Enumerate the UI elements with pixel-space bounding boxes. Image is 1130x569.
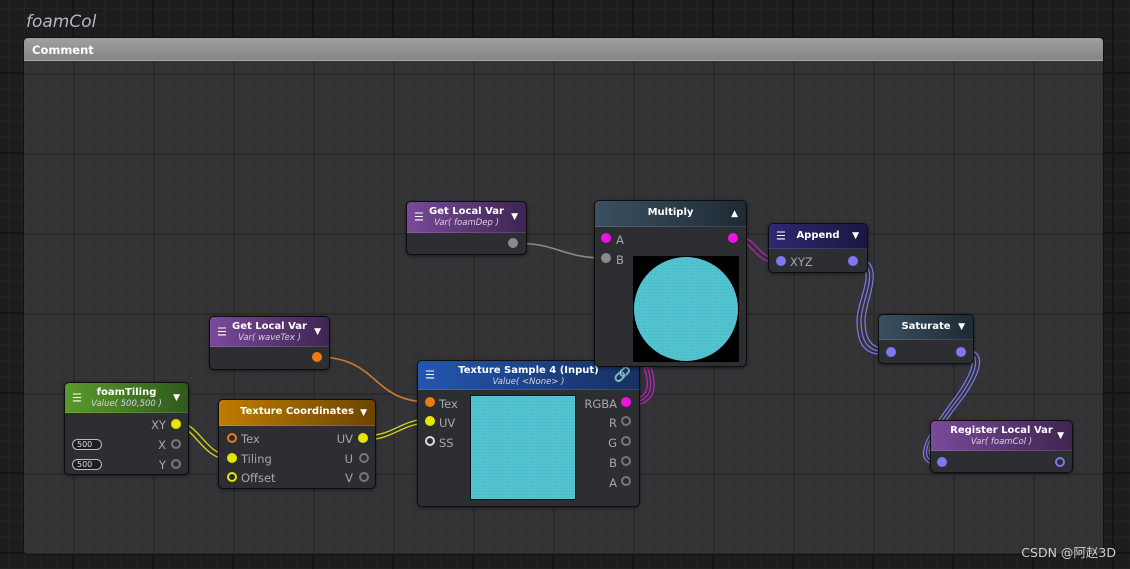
port-label: Tex bbox=[439, 397, 458, 411]
port-label: UV bbox=[439, 416, 456, 430]
node-subtitle: Value( 500,500 ) bbox=[91, 399, 162, 409]
node-texture-sample[interactable]: ☰ Texture Sample 4 (Input) Value( <None>… bbox=[417, 360, 640, 507]
port-label: R bbox=[609, 416, 617, 430]
dropdown-arrow-icon[interactable]: ▼ bbox=[1057, 431, 1064, 441]
node-header[interactable]: Register Local Var Var( foamCol ) ▼ bbox=[931, 421, 1072, 451]
port-r-out[interactable] bbox=[621, 416, 631, 426]
port-tiling-in[interactable] bbox=[227, 453, 237, 463]
dropdown-arrow-icon[interactable]: ▼ bbox=[314, 327, 321, 337]
port-label: B bbox=[609, 456, 617, 470]
menu-icon[interactable]: ☰ bbox=[217, 325, 227, 338]
port-uv-in[interactable] bbox=[425, 416, 435, 426]
collapse-arrow-icon[interactable]: ▲ bbox=[731, 209, 738, 219]
port-tex-in[interactable] bbox=[227, 433, 237, 443]
port-g-out[interactable] bbox=[621, 436, 631, 446]
port-x-out[interactable] bbox=[171, 439, 181, 449]
port-wavetex-out[interactable] bbox=[312, 352, 322, 362]
port-uv-out[interactable] bbox=[358, 433, 368, 443]
port-saturate-out[interactable] bbox=[956, 347, 966, 357]
menu-icon[interactable]: ☰ bbox=[72, 391, 82, 404]
port-label: X bbox=[158, 438, 166, 452]
port-b-out[interactable] bbox=[621, 456, 631, 466]
port-xyz-in[interactable] bbox=[776, 256, 786, 266]
node-title: Register Local Var bbox=[950, 425, 1053, 436]
port-xy-out[interactable] bbox=[171, 419, 181, 429]
port-register-in[interactable] bbox=[937, 457, 947, 467]
port-multiply-out[interactable] bbox=[728, 233, 738, 243]
port-rgba-out[interactable] bbox=[621, 397, 631, 407]
y-value-field[interactable]: 500 bbox=[72, 459, 102, 470]
node-header[interactable]: Multiply ▲ bbox=[595, 201, 746, 227]
port-u-out[interactable] bbox=[359, 453, 369, 463]
port-label: Y bbox=[158, 458, 166, 472]
port-label: Offset bbox=[241, 471, 276, 485]
node-header[interactable]: ☰ foamTiling Value( 500,500 ) ▼ bbox=[65, 383, 188, 413]
port-a-in[interactable] bbox=[601, 233, 611, 243]
port-tex-in[interactable] bbox=[425, 397, 435, 407]
port-foamdep-out[interactable] bbox=[508, 238, 518, 248]
node-header[interactable]: Texture Coordinates ▼ bbox=[219, 400, 375, 426]
port-ss-in[interactable] bbox=[425, 436, 435, 446]
node-subtitle: Var( foamCol ) bbox=[970, 437, 1033, 447]
node-header[interactable]: ☰ Get Local Var Var( foamDep ) ▼ bbox=[407, 202, 526, 233]
port-append-out[interactable] bbox=[848, 256, 858, 266]
dropdown-arrow-icon[interactable]: ▼ bbox=[173, 393, 180, 403]
port-b-in[interactable] bbox=[601, 253, 611, 263]
node-get-local-var-wavetex[interactable]: ☰ Get Local Var Var( waveTex ) ▼ bbox=[209, 316, 330, 370]
port-register-out[interactable] bbox=[1055, 457, 1065, 467]
dropdown-arrow-icon[interactable]: ▼ bbox=[958, 322, 965, 332]
node-subtitle: Value( <None> ) bbox=[492, 377, 565, 387]
menu-icon[interactable]: ☰ bbox=[425, 369, 435, 382]
port-saturate-in[interactable] bbox=[886, 347, 896, 357]
node-subtitle: Var( foamDep ) bbox=[434, 218, 499, 228]
menu-icon[interactable]: ☰ bbox=[776, 230, 786, 243]
watermark: CSDN @阿赵3D bbox=[1021, 545, 1116, 560]
link-icon[interactable]: 🔗 bbox=[614, 367, 631, 383]
node-multiply[interactable]: Multiply ▲ A B bbox=[594, 200, 747, 367]
menu-icon[interactable]: ☰ bbox=[414, 211, 424, 224]
node-header[interactable]: Saturate ▼ bbox=[879, 315, 973, 340]
port-label: A bbox=[616, 233, 624, 247]
node-foam-tiling[interactable]: ☰ foamTiling Value( 500,500 ) ▼ XY X Y 5… bbox=[64, 382, 189, 475]
texture-preview bbox=[470, 395, 576, 500]
port-y-out[interactable] bbox=[171, 459, 181, 469]
x-value-field[interactable]: 500 bbox=[72, 439, 102, 450]
node-get-local-var-foamdep[interactable]: ☰ Get Local Var Var( foamDep ) ▼ bbox=[406, 201, 527, 255]
node-title: foamTiling bbox=[96, 387, 157, 398]
port-label: Tex bbox=[241, 432, 260, 446]
node-subtitle: Var( waveTex ) bbox=[238, 333, 301, 343]
node-title: Texture Coordinates bbox=[240, 406, 354, 417]
port-label: B bbox=[616, 253, 624, 267]
port-label: U bbox=[344, 452, 353, 466]
port-label: V bbox=[345, 471, 353, 485]
dropdown-arrow-icon[interactable]: ▼ bbox=[852, 231, 859, 241]
port-label: XYZ bbox=[790, 255, 813, 269]
dropdown-arrow-icon[interactable]: ▼ bbox=[511, 212, 518, 222]
port-label: SS bbox=[439, 436, 454, 450]
port-v-out[interactable] bbox=[359, 472, 369, 482]
port-label: UV bbox=[336, 432, 353, 446]
node-title: Get Local Var bbox=[429, 206, 504, 217]
wire-wavetex-tex bbox=[316, 356, 431, 403]
port-label: A bbox=[609, 476, 617, 490]
port-label: Tiling bbox=[241, 452, 272, 466]
port-offset-in[interactable] bbox=[227, 472, 237, 482]
node-register-local-var[interactable]: Register Local Var Var( foamCol ) ▼ bbox=[930, 420, 1073, 473]
port-a-out[interactable] bbox=[621, 476, 631, 486]
node-header[interactable]: ☰ Append ▼ bbox=[769, 224, 867, 249]
port-label: G bbox=[608, 436, 617, 450]
dropdown-arrow-icon[interactable]: ▼ bbox=[360, 408, 367, 418]
port-label: RGBA bbox=[584, 397, 617, 411]
node-header[interactable]: ☰ Get Local Var Var( waveTex ) ▼ bbox=[210, 317, 329, 347]
node-title: Get Local Var bbox=[232, 321, 307, 332]
port-label: XY bbox=[151, 418, 166, 432]
node-title: Multiply bbox=[647, 207, 694, 218]
multiply-preview bbox=[633, 256, 739, 362]
node-texture-coordinates[interactable]: Texture Coordinates ▼ Tex Tiling Offset … bbox=[218, 399, 376, 489]
